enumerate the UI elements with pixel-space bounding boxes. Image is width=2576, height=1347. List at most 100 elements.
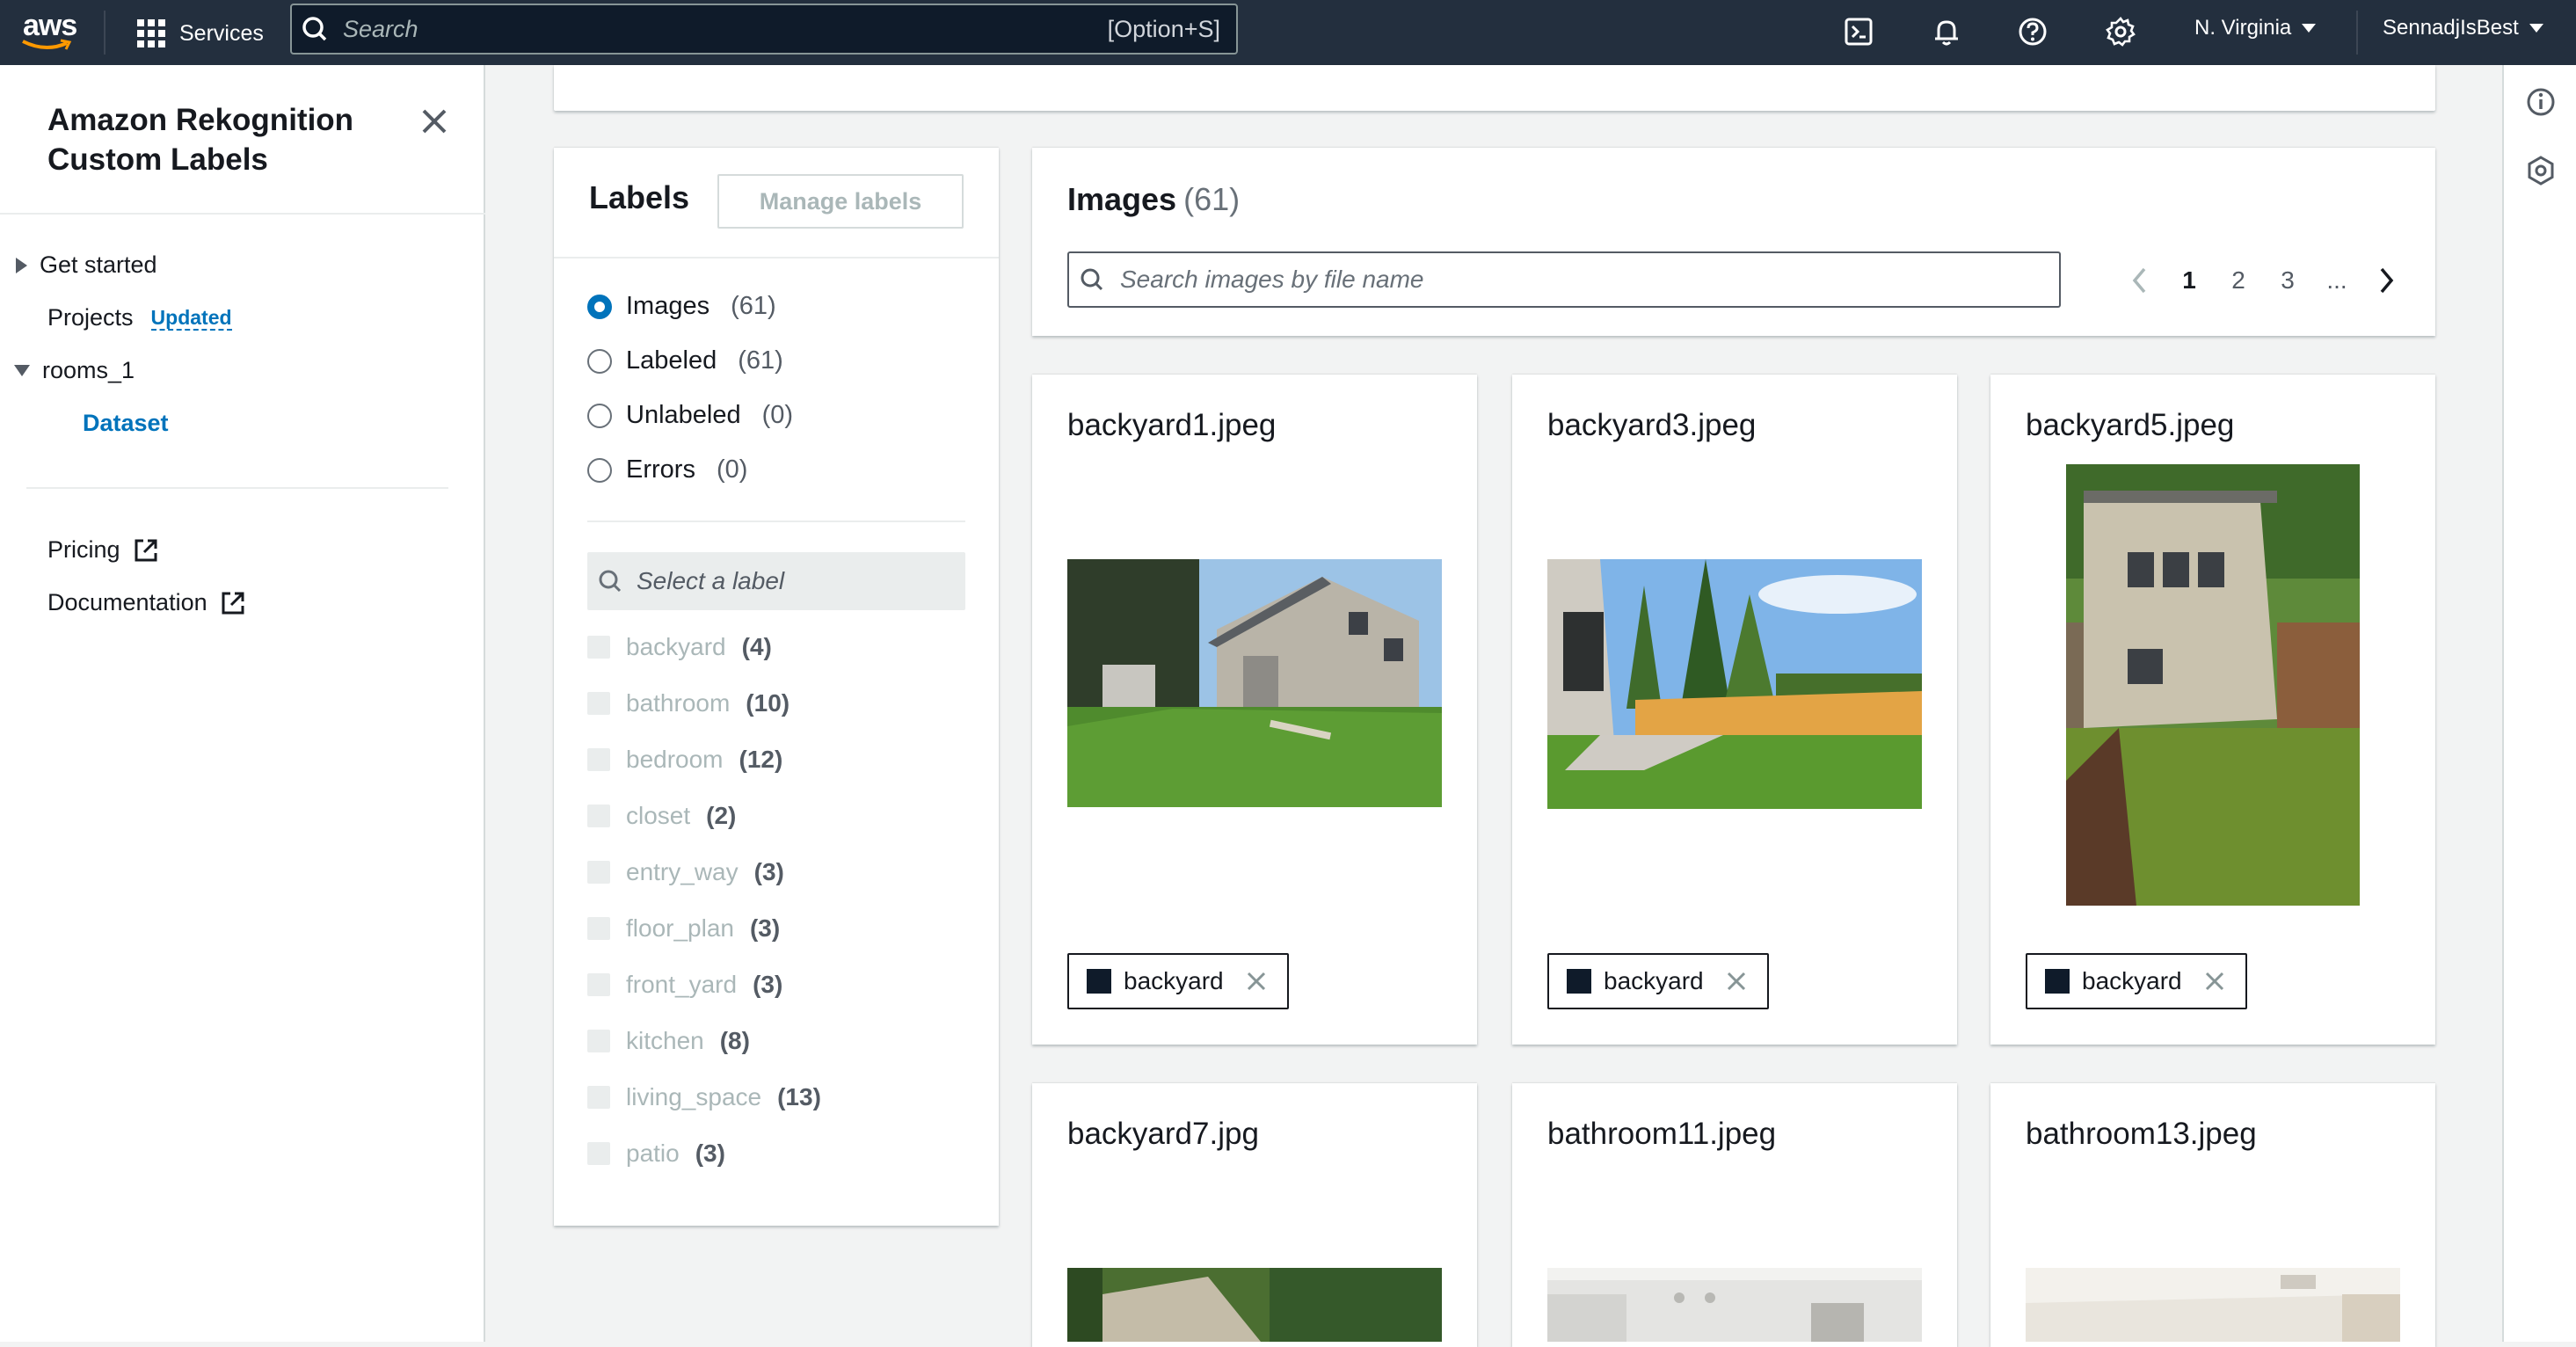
caret-down-icon bbox=[2302, 24, 2317, 33]
label-name: entry_way bbox=[626, 858, 739, 885]
image-thumbnail[interactable] bbox=[2066, 464, 2360, 906]
sidebar-item-pricing[interactable]: Pricing bbox=[47, 536, 159, 564]
checkbox[interactable] bbox=[587, 1086, 610, 1109]
image-card[interactable]: backyard7.jpg bbox=[1032, 1083, 1477, 1347]
checkbox[interactable] bbox=[587, 748, 610, 771]
manage-labels-button[interactable]: Manage labels bbox=[717, 174, 964, 229]
remove-label-button[interactable] bbox=[1243, 968, 1270, 994]
remove-label-button[interactable] bbox=[2201, 968, 2228, 994]
checkbox[interactable] bbox=[587, 861, 610, 884]
image-thumbnail[interactable] bbox=[1547, 1268, 1922, 1342]
sidebar-item-dataset[interactable]: Dataset bbox=[83, 410, 169, 437]
checkbox[interactable] bbox=[587, 805, 610, 827]
right-tools-rail bbox=[2502, 65, 2576, 1342]
remove-label-button[interactable] bbox=[1723, 968, 1750, 994]
global-search-box[interactable]: [Option+S] bbox=[290, 4, 1238, 55]
filter-radio-labeled[interactable]: Labeled (61) bbox=[587, 346, 783, 375]
checkbox[interactable] bbox=[587, 692, 610, 715]
image-card[interactable]: backyard3.jpeg backyard bbox=[1512, 375, 1957, 1045]
updated-badge[interactable]: Updated bbox=[150, 306, 232, 331]
label-checkbox-row[interactable]: floor_plan (3) bbox=[587, 914, 780, 943]
radio-button[interactable] bbox=[587, 457, 612, 483]
region-selector[interactable]: N. Virginia bbox=[2194, 16, 2317, 40]
services-grid-icon bbox=[137, 19, 165, 47]
label-checkbox-row[interactable]: patio (3) bbox=[587, 1139, 725, 1168]
sidebar-item-rooms-1[interactable]: rooms_1 bbox=[14, 357, 135, 384]
filter-radio-unlabeled[interactable]: Unlabeled (0) bbox=[587, 401, 793, 430]
sidebar-item-label: Projects bbox=[47, 304, 134, 331]
top-navigation-bar: aws Services [Option+S] bbox=[0, 0, 2576, 65]
label-checkbox-row[interactable]: kitchen (8) bbox=[587, 1027, 750, 1055]
label-name: floor_plan bbox=[626, 914, 734, 942]
sidebar-item-label: Dataset bbox=[83, 410, 169, 436]
label-chip: backyard bbox=[1067, 953, 1289, 1009]
label-count: (3) bbox=[753, 858, 784, 885]
page-1-button[interactable]: 1 bbox=[2165, 266, 2214, 295]
label-checkbox-row[interactable]: entry_way (3) bbox=[587, 858, 784, 886]
search-icon bbox=[599, 570, 622, 593]
help-button[interactable] bbox=[2015, 14, 2050, 49]
cloudshell-button[interactable] bbox=[1841, 14, 1876, 49]
label-checkbox-row[interactable]: bathroom (10) bbox=[587, 689, 790, 717]
checkbox[interactable] bbox=[587, 973, 610, 996]
info-panel-button[interactable] bbox=[2523, 84, 2558, 120]
label-count: (2) bbox=[706, 802, 737, 829]
label-search-box[interactable] bbox=[587, 552, 965, 610]
previous-page-button[interactable] bbox=[2115, 258, 2165, 302]
label-name: patio bbox=[626, 1139, 680, 1167]
checkbox[interactable] bbox=[587, 1030, 610, 1052]
filter-label: Labeled bbox=[626, 346, 717, 375]
sidebar-item-get-started[interactable]: Get started bbox=[16, 251, 157, 279]
close-icon bbox=[422, 109, 447, 134]
filter-radio-errors[interactable]: Errors (0) bbox=[587, 455, 747, 484]
labels-panel-title: Labels bbox=[589, 179, 690, 215]
filter-count: (61) bbox=[731, 292, 776, 320]
services-menu-button[interactable]: Services bbox=[137, 16, 264, 51]
notifications-button[interactable] bbox=[1929, 14, 1964, 49]
image-card[interactable]: backyard1.jpeg backyard bbox=[1032, 375, 1477, 1045]
image-thumbnail[interactable] bbox=[2026, 1268, 2400, 1342]
image-thumbnail[interactable] bbox=[1067, 1268, 1442, 1342]
feedback-panel-button[interactable] bbox=[2523, 153, 2558, 188]
label-checkbox-row[interactable]: front_yard (3) bbox=[587, 971, 782, 999]
page-2-button[interactable]: 2 bbox=[2214, 266, 2263, 295]
label-count: (4) bbox=[741, 633, 772, 660]
label-count: (10) bbox=[746, 689, 790, 717]
image-search-input[interactable] bbox=[1111, 253, 2059, 306]
image-card[interactable]: bathroom11.jpeg bbox=[1512, 1083, 1957, 1347]
external-link-icon bbox=[222, 592, 244, 614]
label-checkbox-row[interactable]: bedroom (12) bbox=[587, 746, 782, 774]
checkbox[interactable] bbox=[587, 636, 610, 659]
radio-button[interactable] bbox=[587, 294, 612, 319]
image-card[interactable]: backyard5.jpeg backyard bbox=[1990, 375, 2435, 1045]
image-thumbnail[interactable] bbox=[1067, 559, 1442, 807]
label-name: closet bbox=[626, 802, 691, 829]
aws-logo[interactable]: aws bbox=[19, 5, 81, 58]
global-search-input[interactable] bbox=[334, 5, 1108, 53]
filter-radio-images[interactable]: Images (61) bbox=[587, 292, 776, 321]
label-search-input[interactable] bbox=[628, 552, 965, 610]
radio-button[interactable] bbox=[587, 348, 612, 374]
close-sidenav-button[interactable] bbox=[417, 104, 452, 139]
checkbox[interactable] bbox=[587, 917, 610, 940]
sidenav-divider bbox=[0, 213, 485, 215]
label-checkbox-row[interactable]: closet (2) bbox=[587, 802, 736, 830]
account-menu[interactable]: SennadjIsBest bbox=[2383, 16, 2543, 40]
label-checkbox-row[interactable]: backyard (4) bbox=[587, 633, 772, 661]
image-card[interactable]: bathroom13.jpeg bbox=[1990, 1083, 2435, 1347]
sidebar-item-projects[interactable]: Projects Updated bbox=[47, 304, 232, 331]
sidebar-item-documentation[interactable]: Documentation bbox=[47, 589, 246, 616]
settings-button[interactable] bbox=[2103, 14, 2138, 49]
image-search-box[interactable] bbox=[1067, 251, 2061, 308]
help-icon bbox=[2019, 18, 2047, 46]
checkbox[interactable] bbox=[587, 1142, 610, 1165]
images-count: (61) bbox=[1183, 181, 1241, 217]
next-page-button[interactable] bbox=[2361, 258, 2411, 302]
page-3-button[interactable]: 3 bbox=[2263, 266, 2312, 295]
label-color-swatch bbox=[2045, 969, 2070, 994]
label-checkbox-row[interactable]: living_space (13) bbox=[587, 1083, 821, 1111]
label-name: bathroom bbox=[626, 689, 731, 717]
radio-button[interactable] bbox=[587, 403, 612, 428]
caret-down-icon bbox=[2529, 24, 2543, 33]
image-thumbnail[interactable] bbox=[1547, 559, 1922, 809]
